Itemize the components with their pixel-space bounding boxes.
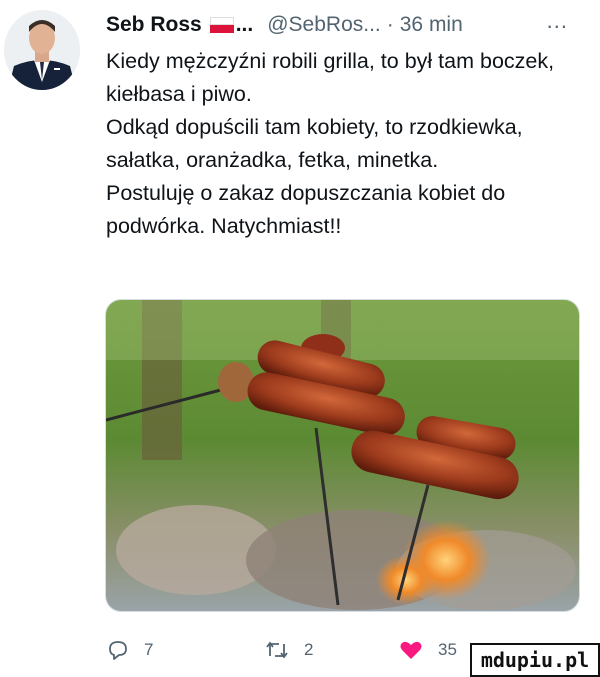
author-handle[interactable]: @SebRos... [267,13,381,37]
reply-button[interactable]: 7 [106,628,153,672]
tweet-text-line: Postuluję o zakaz dopuszczania kobiet do… [106,181,506,238]
retweet-button[interactable]: 2 [264,628,313,672]
speech-bubble-icon [109,641,127,660]
site-watermark: mdupiu.pl [470,643,600,677]
tweet-timestamp[interactable]: 36 min [400,13,463,37]
tweet-text-line: Odkąd dopuścili tam kobiety, to rzodkiew… [106,115,523,172]
grilled-sausages-photo [106,300,579,611]
tweet-text-line: Kiedy mężczyźni robili grilla, to był ta… [106,49,555,106]
like-button[interactable]: 35 [398,628,457,672]
author-name[interactable]: Seb Ross [106,13,202,37]
heart-icon [400,641,422,659]
more-dots-icon[interactable]: ... [547,8,568,34]
tweet-photo[interactable] [105,299,580,612]
tweet-text: Kiedy mężczyźni robili grilla, to był ta… [106,45,586,243]
retweet-count: 2 [304,640,314,659]
reply-count: 7 [144,640,154,659]
like-count: 35 [438,640,457,659]
author-name-ellipsis: ... [235,13,254,36]
retweet-arrows-icon [266,641,288,659]
header-separator: · [386,13,394,36]
tweet-header: Seb Ross ... @SebRos... · 36 min ... [106,8,576,42]
author-avatar[interactable] [4,10,80,90]
poland-flag-icon [209,17,234,33]
